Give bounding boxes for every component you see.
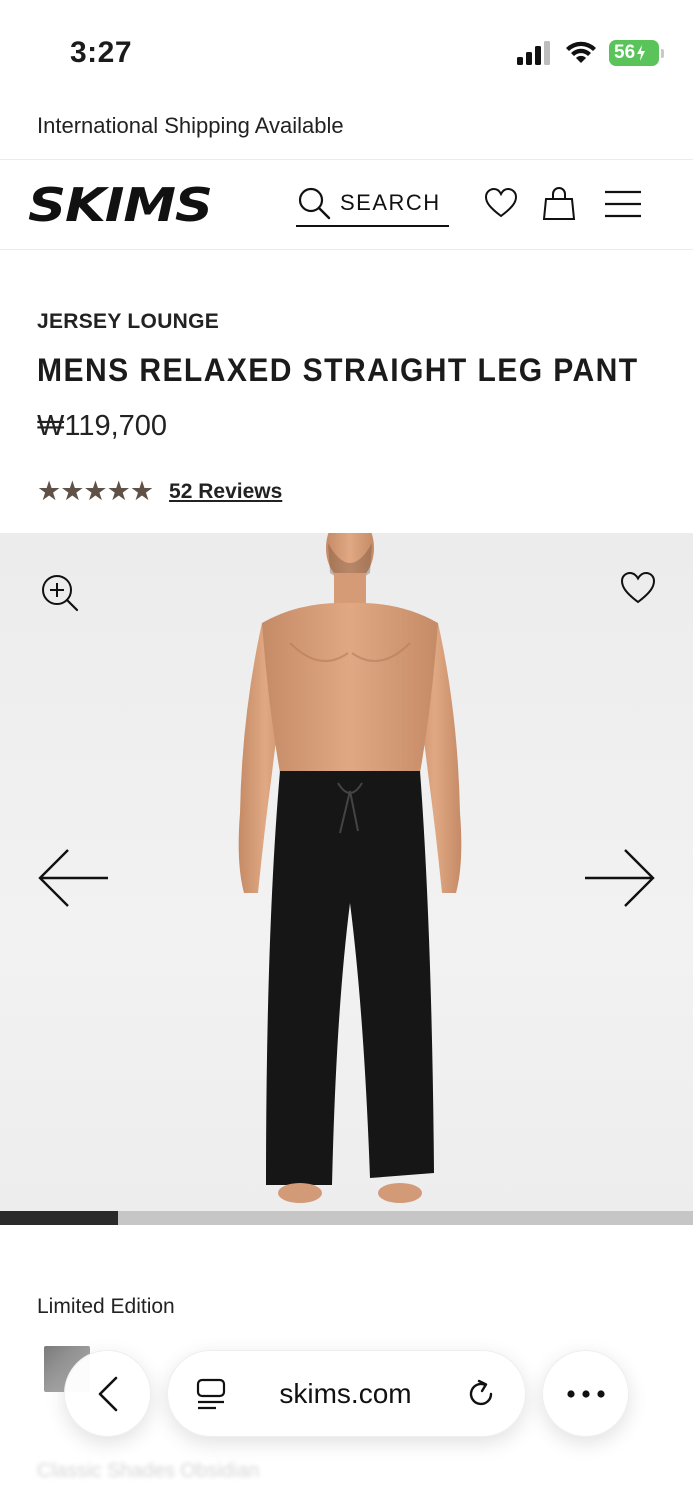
page-tabs-icon[interactable] (196, 1378, 226, 1410)
battery-icon: 56 (609, 40, 664, 66)
next-arrow-icon[interactable] (583, 848, 655, 908)
skims-logo[interactable]: SKIMS (28, 178, 213, 232)
status-time: 3:27 (70, 36, 133, 69)
gallery-progress-fill (0, 1211, 118, 1225)
menu-hamburger-icon[interactable] (604, 189, 642, 219)
faded-color-names: Classic Shades Obsidian (37, 1460, 260, 1482)
shipping-banner: International Shipping Available (0, 100, 693, 160)
url-text[interactable]: skims.com (279, 1378, 411, 1410)
rating-stars-icon: ★★★★★ (37, 476, 154, 506)
shipping-banner-text: International Shipping Available (37, 113, 344, 138)
site-header: SKIMS SEARCH (0, 160, 693, 250)
product-collection[interactable]: JERSEY LOUNGE (37, 310, 219, 334)
color-section-label: Limited Edition (37, 1295, 175, 1318)
browser-more-button[interactable] (542, 1350, 629, 1437)
browser-toolbar: skims.com (0, 1340, 693, 1450)
browser-back-button[interactable] (64, 1350, 151, 1437)
reviews-link[interactable]: 52 Reviews (169, 480, 282, 504)
address-bar[interactable]: skims.com (167, 1350, 526, 1437)
chevron-left-icon (98, 1376, 117, 1411)
wishlist-heart-icon[interactable] (484, 187, 518, 219)
product-image (238, 533, 462, 1203)
product-rating[interactable]: ★★★★★ 52 Reviews (37, 476, 282, 507)
wifi-icon (566, 41, 596, 63)
previous-arrow-icon[interactable] (38, 848, 110, 908)
search-button[interactable]: SEARCH (296, 180, 449, 227)
shopping-bag-icon[interactable] (542, 185, 576, 221)
status-bar: 3:27 56 (0, 0, 693, 100)
zoom-in-icon[interactable] (40, 573, 80, 613)
product-title: MENS RELAXED STRAIGHT LEG PANT (37, 352, 639, 388)
cellular-signal-icon (517, 41, 550, 65)
favorite-heart-icon[interactable] (620, 571, 656, 605)
product-price: ₩119,700 (37, 410, 168, 442)
product-image-gallery[interactable] (0, 533, 693, 1211)
battery-level: 56 (614, 42, 636, 63)
more-dots-icon (566, 1389, 605, 1398)
reload-icon[interactable] (465, 1378, 497, 1410)
search-icon (298, 187, 331, 219)
status-icons: 56 (517, 40, 664, 66)
gallery-progress-bar (0, 1211, 693, 1225)
search-label: SEARCH (340, 189, 441, 215)
